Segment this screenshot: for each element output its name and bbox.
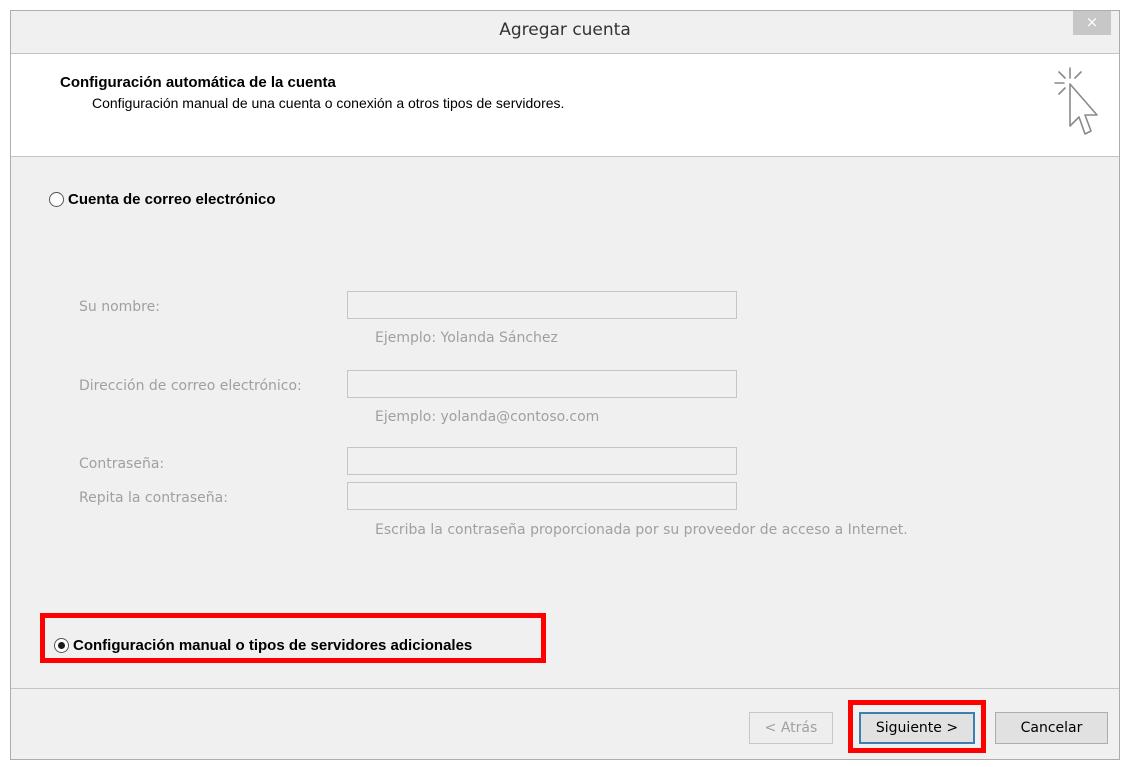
close-button[interactable]: × <box>1073 11 1111 35</box>
password-field[interactable] <box>347 447 737 475</box>
email-account-radio[interactable] <box>49 192 64 207</box>
manual-setup-radio[interactable] <box>54 638 69 653</box>
email-hint: Ejemplo: yolanda@contoso.com <box>375 409 600 425</box>
cursor-click-icon <box>1054 67 1098 135</box>
window-title: Agregar cuenta <box>499 20 631 40</box>
header-subtitle: Configuración manual de una cuenta o con… <box>92 95 565 111</box>
header-title: Configuración automática de la cuenta <box>60 74 336 91</box>
add-account-dialog: Agregar cuenta × Configuración automátic… <box>10 10 1120 760</box>
email-account-option[interactable]: Cuenta de correo electrónico <box>49 191 276 208</box>
password-repeat-label: Repita la contraseña: <box>79 490 228 506</box>
password-repeat-field[interactable] <box>347 482 737 510</box>
cancel-button[interactable]: Cancelar <box>995 712 1108 744</box>
email-account-label: Cuenta de correo electrónico <box>68 191 276 208</box>
name-label: Su nombre: <box>79 299 160 315</box>
password-label: Contraseña: <box>79 456 165 472</box>
back-button[interactable]: < Atrás <box>749 712 833 744</box>
close-icon: × <box>1085 13 1099 31</box>
email-field[interactable] <box>347 370 737 398</box>
manual-setup-option[interactable]: Configuración manual o tipos de servidor… <box>54 637 472 654</box>
header-band: Configuración automática de la cuenta Co… <box>11 53 1119 157</box>
manual-setup-label: Configuración manual o tipos de servidor… <box>73 637 473 654</box>
password-hint: Escriba la contraseña proporcionada por … <box>375 522 908 538</box>
name-hint: Ejemplo: Yolanda Sánchez <box>375 330 558 346</box>
email-label: Dirección de correo electrónico: <box>79 378 302 394</box>
title-bar[interactable]: Agregar cuenta × <box>11 11 1119 53</box>
next-button[interactable]: Siguiente > <box>859 712 975 744</box>
name-field[interactable] <box>347 291 737 319</box>
footer-separator <box>11 688 1119 689</box>
